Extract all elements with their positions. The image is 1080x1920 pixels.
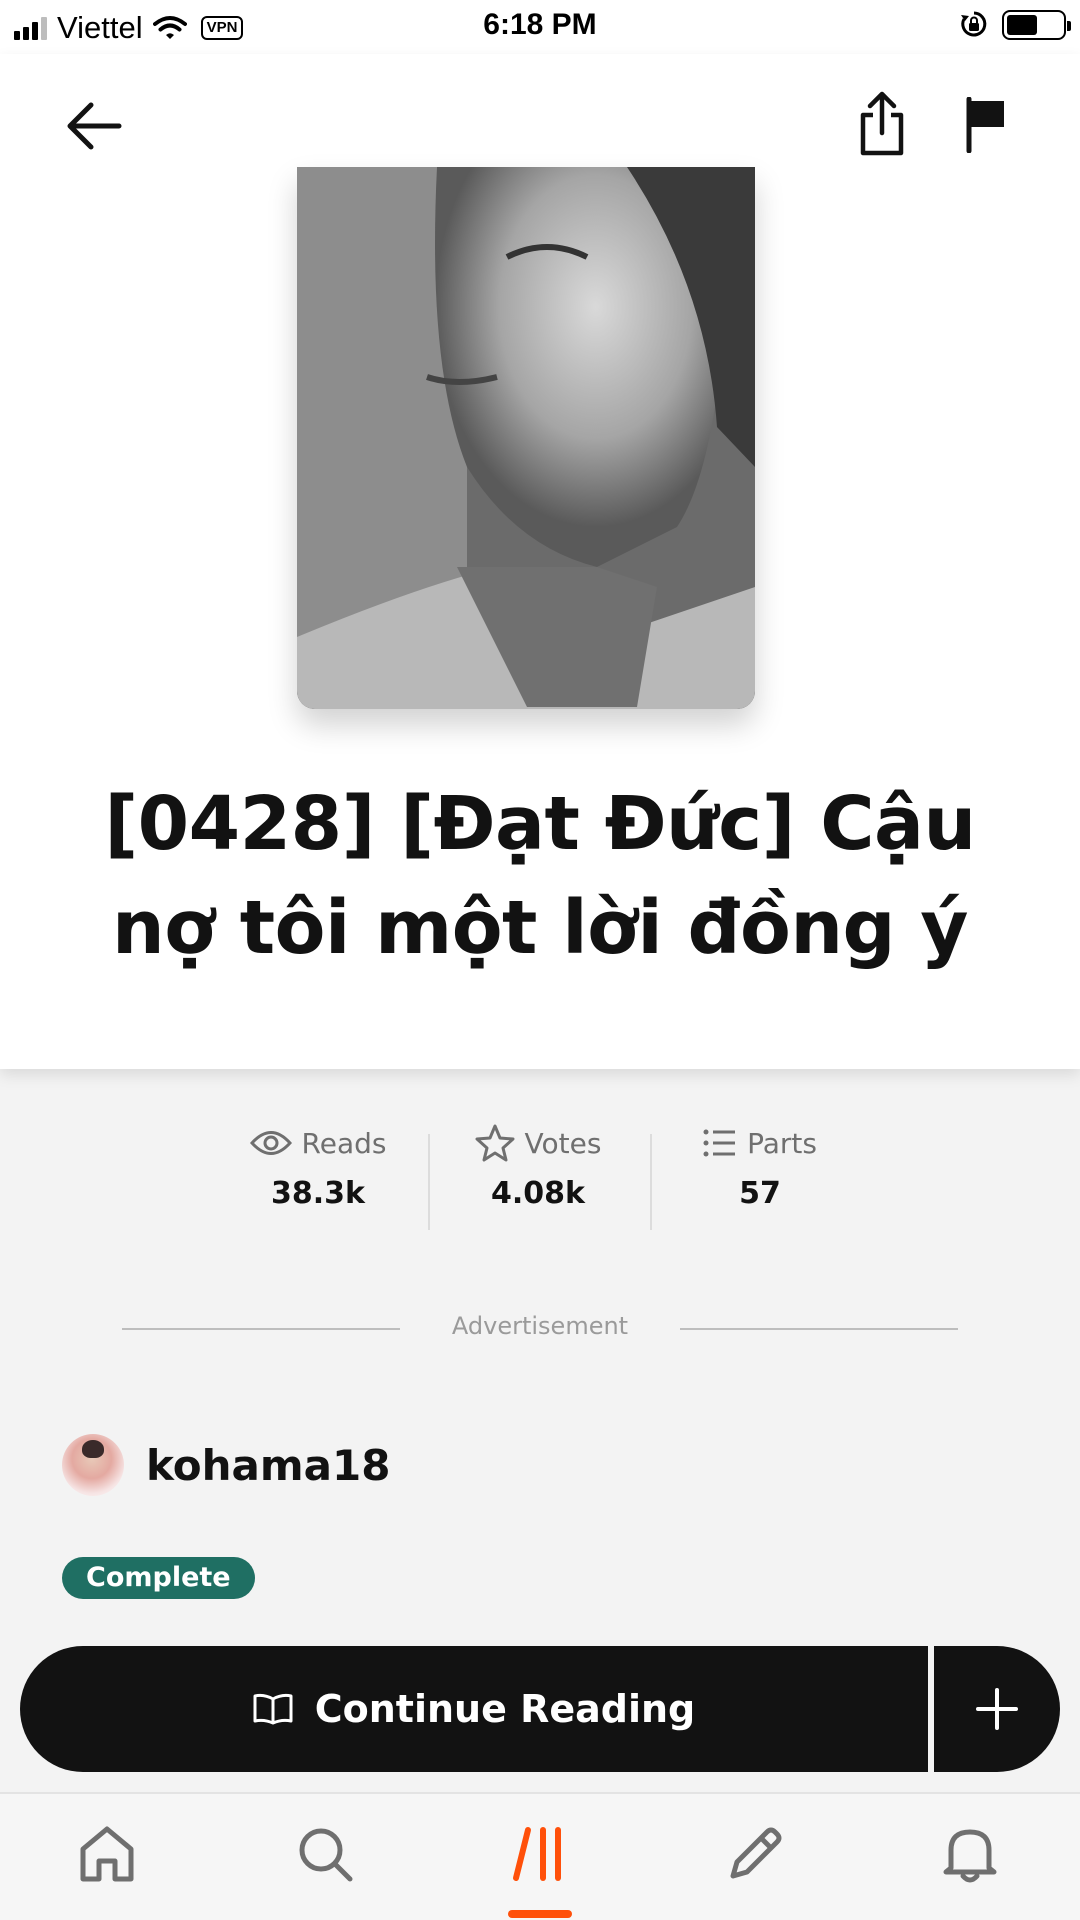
story-title: [0428] [Đạt Đức] Cậu nợ tôi một lời đồng… bbox=[104, 781, 976, 971]
advertisement-label: Advertisement bbox=[451, 1312, 629, 1340]
flag-icon bbox=[966, 97, 1004, 153]
tab-bar bbox=[0, 1792, 1080, 1920]
library-icon bbox=[513, 1827, 561, 1881]
bell-icon bbox=[943, 1829, 997, 1883]
list-icon bbox=[703, 1129, 736, 1157]
tab-search[interactable] bbox=[270, 1814, 380, 1894]
continue-reading-label: Continue Reading bbox=[314, 1687, 696, 1731]
eye-icon bbox=[249, 1131, 292, 1155]
stat-divider bbox=[428, 1134, 430, 1230]
plus-icon bbox=[976, 1688, 1018, 1730]
avatar bbox=[62, 1434, 124, 1496]
status-right bbox=[960, 10, 1071, 40]
cta-bar: Continue Reading bbox=[20, 1646, 1060, 1772]
add-to-library-button[interactable] bbox=[934, 1646, 1060, 1772]
write-icon bbox=[730, 1827, 782, 1879]
active-tab-indicator bbox=[508, 1910, 572, 1918]
tab-library[interactable] bbox=[485, 1814, 595, 1894]
stat-votes: Votes 4.08k bbox=[438, 1120, 638, 1211]
stat-reads-value: 38.3k bbox=[271, 1176, 365, 1211]
share-icon bbox=[860, 91, 904, 156]
battery-fill bbox=[1007, 15, 1037, 35]
stat-divider bbox=[650, 1134, 652, 1230]
stat-parts-label-row: Parts bbox=[660, 1120, 860, 1166]
star-icon bbox=[475, 1124, 515, 1162]
share-button[interactable] bbox=[846, 76, 918, 172]
stat-votes-label: Votes bbox=[524, 1126, 602, 1160]
battery-icon bbox=[1002, 10, 1071, 40]
back-arrow-icon bbox=[67, 102, 122, 150]
rotation-lock-icon bbox=[961, 11, 987, 37]
status-bar: Viettel VPN 6:18 PM bbox=[0, 0, 1080, 54]
stat-reads: Reads 38.3k bbox=[218, 1120, 418, 1211]
search-icon bbox=[299, 1828, 353, 1882]
stat-reads-label: Reads bbox=[301, 1126, 387, 1160]
home-icon bbox=[80, 1826, 134, 1882]
tab-home[interactable] bbox=[52, 1814, 162, 1894]
status-badge: Complete bbox=[62, 1557, 255, 1599]
story-stats: Reads 38.3k Votes 4.08k Parts 57 bbox=[0, 1120, 1080, 1230]
back-button[interactable] bbox=[52, 84, 136, 168]
advertisement-separator: Advertisement bbox=[122, 1312, 958, 1352]
continue-reading-button[interactable]: Continue Reading bbox=[20, 1646, 928, 1772]
tab-notifications[interactable] bbox=[915, 1814, 1025, 1894]
clock: 6:18 PM bbox=[483, 8, 597, 41]
ad-line-right bbox=[680, 1328, 958, 1330]
cover-image bbox=[297, 167, 755, 709]
stat-reads-label-row: Reads bbox=[218, 1120, 418, 1166]
report-button[interactable] bbox=[950, 80, 1022, 170]
author-link[interactable]: kohama18 bbox=[62, 1433, 390, 1497]
tab-write[interactable] bbox=[700, 1814, 810, 1894]
stat-parts-value: 57 bbox=[739, 1176, 781, 1211]
stat-parts-label: Parts bbox=[747, 1126, 817, 1160]
stat-votes-value: 4.08k bbox=[491, 1176, 585, 1211]
stat-votes-label-row: Votes bbox=[438, 1120, 638, 1166]
story-header: [0428] [Đạt Đức] Cậu nợ tôi một lời đồng… bbox=[0, 54, 1080, 1069]
stat-parts: Parts 57 bbox=[660, 1120, 860, 1211]
book-open-icon bbox=[253, 1693, 293, 1725]
story-cover bbox=[297, 167, 755, 709]
author-name: kohama18 bbox=[146, 1440, 391, 1490]
